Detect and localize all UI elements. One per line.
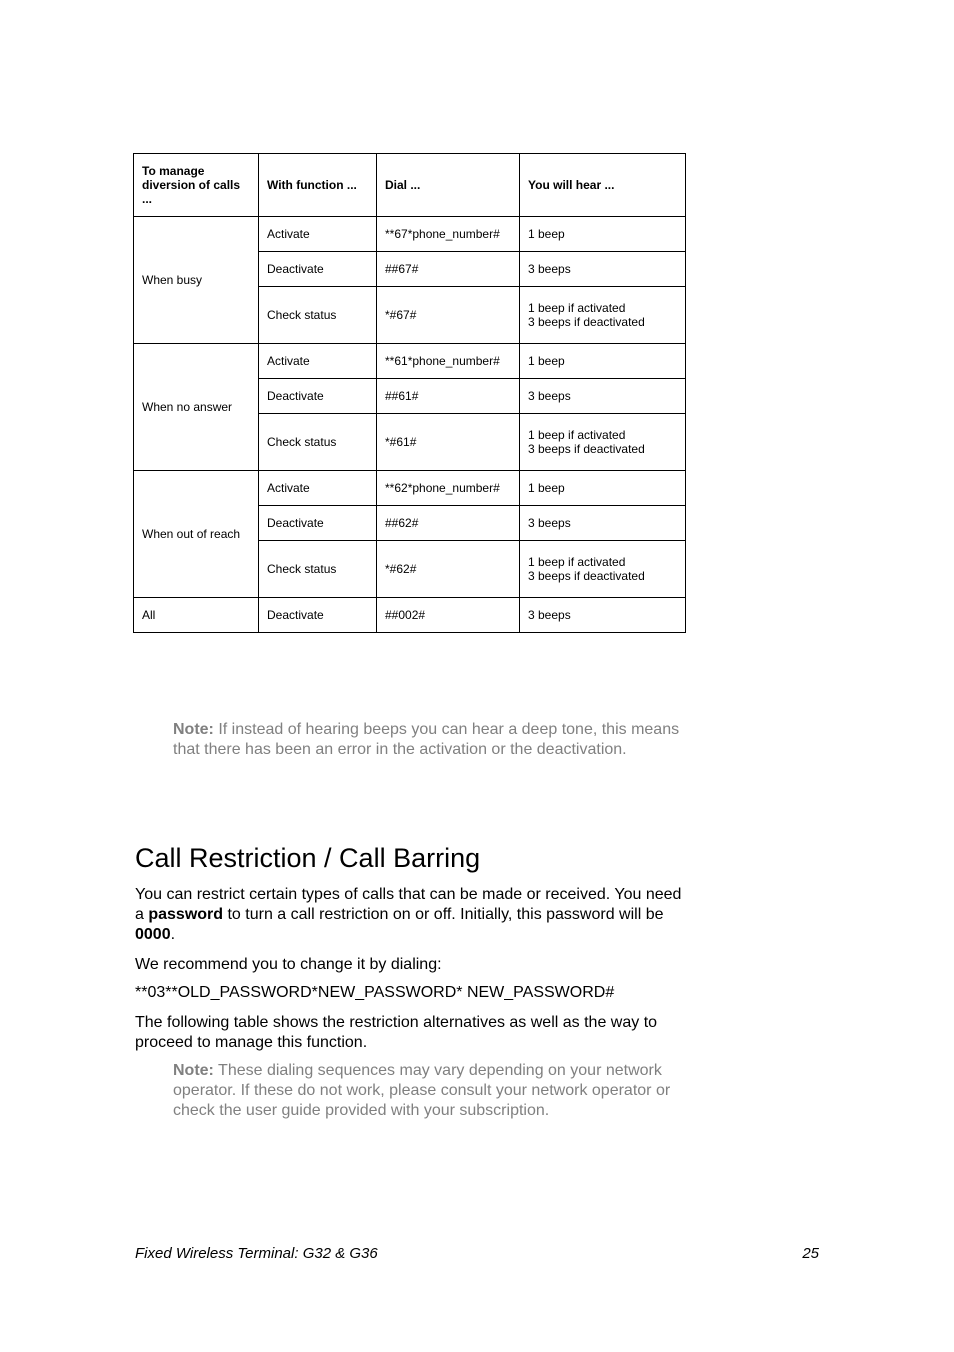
cell-func: Deactivate bbox=[259, 379, 377, 414]
table-row: When no answer Activate **61*phone_numbe… bbox=[134, 344, 686, 379]
paragraph-table-intro: The following table shows the restrictio… bbox=[135, 1013, 685, 1053]
footer-page-number: 25 bbox=[802, 1245, 819, 1262]
cell-hear: 1 beep if activated 3 beeps if deactivat… bbox=[520, 541, 686, 598]
cell-hear: 1 beep if activated 3 beeps if deactivat… bbox=[520, 414, 686, 471]
cell-hear: 1 beep if activated 3 beeps if deactivat… bbox=[520, 287, 686, 344]
table-row: All Deactivate ##002# 3 beeps bbox=[134, 598, 686, 633]
header-hear: You will hear ... bbox=[520, 154, 686, 217]
cell-hear: 3 beeps bbox=[520, 252, 686, 287]
paragraph-dial-sequence: **03**OLD_PASSWORD*NEW_PASSWORD* NEW_PAS… bbox=[135, 983, 685, 1003]
hear-line2: 3 beeps if deactivated bbox=[528, 569, 677, 583]
text-default-password: 0000 bbox=[135, 926, 171, 943]
hear-line2: 3 beeps if deactivated bbox=[528, 315, 677, 329]
cell-hear: 3 beeps bbox=[520, 379, 686, 414]
cell-dial: **67*phone_number# bbox=[377, 217, 520, 252]
cell-dial: ##61# bbox=[377, 379, 520, 414]
group-label: All bbox=[134, 598, 259, 633]
cell-hear: 1 beep bbox=[520, 344, 686, 379]
cell-dial: *#61# bbox=[377, 414, 520, 471]
header-manage: To manage diversion of calls ... bbox=[134, 154, 259, 217]
cell-func: Activate bbox=[259, 344, 377, 379]
section-heading: Call Restriction / Call Barring bbox=[135, 843, 480, 874]
cell-func: Check status bbox=[259, 287, 377, 344]
note-text: If instead of hearing beeps you can hear… bbox=[173, 721, 679, 758]
hear-line1: 1 beep if activated bbox=[528, 555, 677, 569]
cell-dial: *#67# bbox=[377, 287, 520, 344]
paragraph-recommend: We recommend you to change it by dialing… bbox=[135, 955, 685, 975]
cell-func: Deactivate bbox=[259, 506, 377, 541]
group-label: When no answer bbox=[134, 344, 259, 471]
cell-func: Check status bbox=[259, 414, 377, 471]
cell-dial: ##002# bbox=[377, 598, 520, 633]
cell-hear: 1 beep bbox=[520, 471, 686, 506]
table-row: When busy Activate **67*phone_number# 1 … bbox=[134, 217, 686, 252]
group-label: When out of reach bbox=[134, 471, 259, 598]
note-operator: Note: These dialing sequences may vary d… bbox=[173, 1061, 683, 1121]
cell-hear: 3 beeps bbox=[520, 506, 686, 541]
cell-dial: *#62# bbox=[377, 541, 520, 598]
text-password: password bbox=[148, 906, 223, 923]
header-dial: Dial ... bbox=[377, 154, 520, 217]
text-fragment: . bbox=[171, 926, 175, 943]
footer-title: Fixed Wireless Terminal: G32 & G36 bbox=[135, 1245, 378, 1262]
hear-line1: 1 beep if activated bbox=[528, 301, 677, 315]
cell-dial: **62*phone_number# bbox=[377, 471, 520, 506]
cell-func: Activate bbox=[259, 471, 377, 506]
cell-func: Check status bbox=[259, 541, 377, 598]
note-text: These dialing sequences may vary dependi… bbox=[173, 1062, 670, 1119]
diversion-table-container: To manage diversion of calls ... With fu… bbox=[133, 153, 685, 633]
table-row: When out of reach Activate **62*phone_nu… bbox=[134, 471, 686, 506]
cell-dial: ##62# bbox=[377, 506, 520, 541]
cell-hear: 1 beep bbox=[520, 217, 686, 252]
hear-line1: 1 beep if activated bbox=[528, 428, 677, 442]
cell-func: Deactivate bbox=[259, 252, 377, 287]
paragraph-intro: You can restrict certain types of calls … bbox=[135, 885, 685, 945]
cell-dial: **61*phone_number# bbox=[377, 344, 520, 379]
header-function: With function ... bbox=[259, 154, 377, 217]
cell-dial: ##67# bbox=[377, 252, 520, 287]
note-label: Note: bbox=[173, 1062, 214, 1079]
note-label: Note: bbox=[173, 721, 214, 738]
page-root: To manage diversion of calls ... With fu… bbox=[0, 0, 954, 1352]
cell-func: Deactivate bbox=[259, 598, 377, 633]
group-label: When busy bbox=[134, 217, 259, 344]
note-error: Note: If instead of hearing beeps you ca… bbox=[173, 720, 683, 760]
hear-line2: 3 beeps if deactivated bbox=[528, 442, 677, 456]
diversion-table: To manage diversion of calls ... With fu… bbox=[133, 153, 686, 633]
cell-func: Activate bbox=[259, 217, 377, 252]
table-header-row: To manage diversion of calls ... With fu… bbox=[134, 154, 686, 217]
cell-hear: 3 beeps bbox=[520, 598, 686, 633]
text-fragment: to turn a call restriction on or off. In… bbox=[223, 906, 663, 923]
